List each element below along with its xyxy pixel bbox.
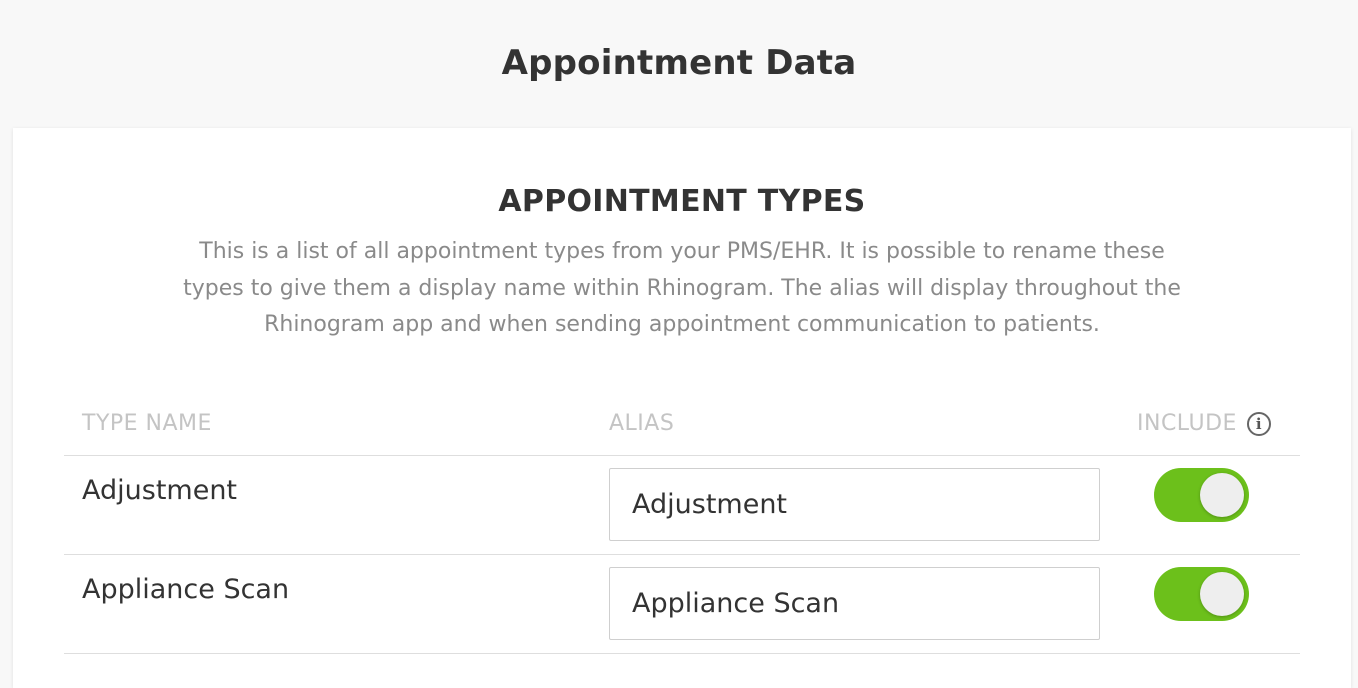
include-toggle[interactable] [1154,468,1249,522]
column-header-type-name: TYPE NAME [82,411,212,436]
appointment-types-card: APPOINTMENT TYPES This is a list of all … [13,128,1351,688]
type-name: Appliance Scan [82,574,290,605]
section-title: APPOINTMENT TYPES [498,184,866,219]
column-header-alias: ALIAS [609,411,675,436]
section-description: This is a list of all appointment types … [183,239,1181,337]
type-name: Adjustment [82,475,238,506]
table-divider [64,653,1300,654]
alias-input[interactable] [609,468,1100,541]
include-toggle[interactable] [1154,567,1249,621]
table-row: Adjustment [64,455,1300,554]
page-header: Appointment Data [0,0,1358,128]
table-row: Appliance Scan [64,554,1300,653]
toggle-knob [1200,572,1244,616]
toggle-knob [1200,473,1244,517]
column-header-include: INCLUDE i [1137,411,1271,436]
column-header-include-label: INCLUDE [1137,411,1237,436]
page-title: Appointment Data [501,43,857,83]
info-icon[interactable]: i [1246,411,1271,436]
alias-input[interactable] [609,567,1100,640]
